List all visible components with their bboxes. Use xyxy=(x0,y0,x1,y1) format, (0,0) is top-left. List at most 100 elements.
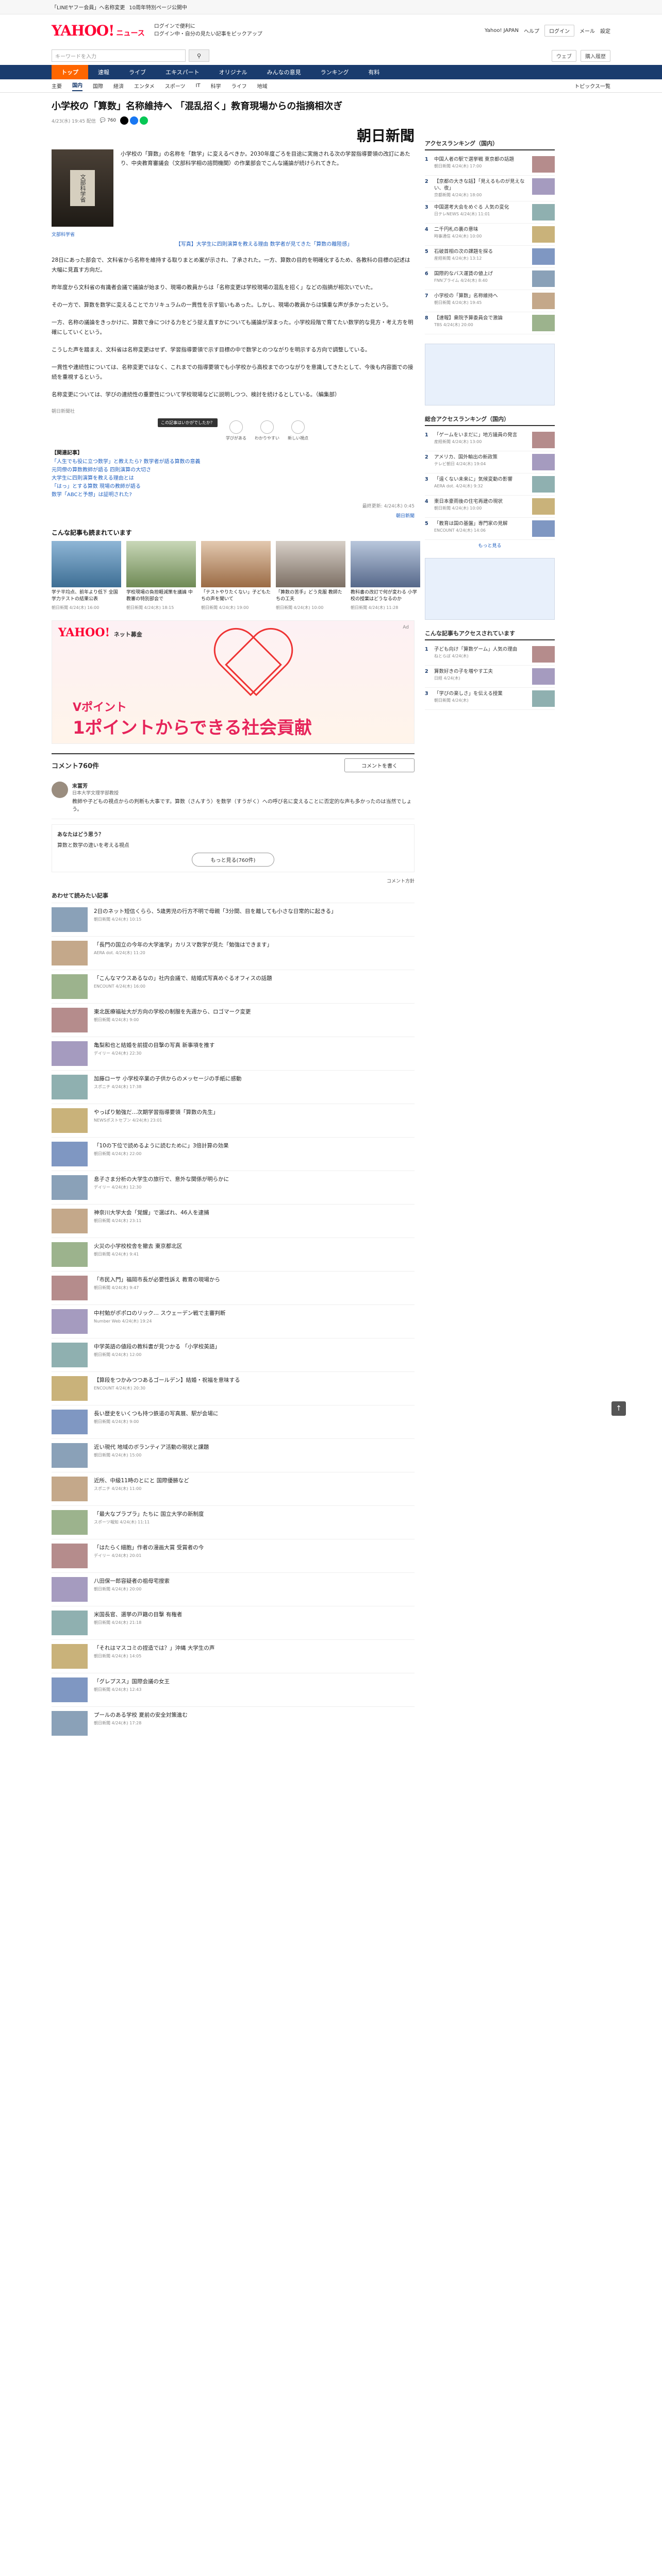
ranking-item[interactable]: 5 石破首相の次の課題を探る 産経新聞 4/24(木) 13:12 xyxy=(425,246,555,268)
list-item[interactable]: 息子さま分析の大学生の旅行で、意外な関係が明らかに デイリー 4/24(木) 12… xyxy=(52,1171,415,1204)
more-comments-button[interactable]: もっと見る(760件) xyxy=(192,853,274,867)
list-item[interactable]: 中学英語の値段の教科書が見つかる 「小学校英語」 朝日新聞 4/24(木) 12:… xyxy=(52,1338,415,1371)
list-item[interactable]: 長い歴史をいくつも持つ鉄道の写真展、駅が会場に 朝日新聞 4/24(木) 9:00 xyxy=(52,1405,415,1438)
tab-entertainment[interactable]: エンタメ xyxy=(134,82,155,90)
ranking-item[interactable]: 1 子ども向け「算数ゲーム」人気の理由 ねとらぼ 4/24(木) xyxy=(425,643,555,666)
ranking-item[interactable]: 1 中国人者の駅で選挙戦 東京都の話題 朝日新聞 4/24(木) 17:00 xyxy=(425,154,555,176)
sidebar-ad[interactable] xyxy=(425,344,555,405)
list-item[interactable]: 加藤ローサ 小学校卒業の子供からのメッセージの手紙に感動 スポニチ 4/24(木)… xyxy=(52,1070,415,1104)
ranking-item[interactable]: 8 【速報】衆院予算委員会で激論 TBS 4/24(木) 20:00 xyxy=(425,312,555,334)
ranking-item[interactable]: 2 【京都の大きな話】「見えるものが見えない、夜」 京都新聞 4/24(木) 18:… xyxy=(425,176,555,201)
help-link[interactable]: ヘルプ xyxy=(524,27,539,35)
ranking-item[interactable]: 4 東日本豪雨後の住宅再建の現状 朝日新聞 4/24(木) 10:00 xyxy=(425,496,555,518)
reaction-learn[interactable]: 学びがある xyxy=(226,420,246,441)
list-item[interactable]: 近い現代 地域のボランティア活動の現状と課題 朝日新聞 4/24(木) 15:00 xyxy=(52,1438,415,1472)
tab-economy[interactable]: 経済 xyxy=(113,82,124,90)
tab-life[interactable]: ライフ xyxy=(231,82,247,90)
related-link[interactable]: 「はっ」とする算数 現場の教師が語る xyxy=(52,483,415,491)
nav-top[interactable]: トップ xyxy=(52,65,88,79)
list-item[interactable]: 亀梨和也と結婚を前提の目撃の写真 新事項を推す デイリー 4/24(木) 22:3… xyxy=(52,1037,415,1070)
related-link[interactable]: 「人生でも役に立つ数学」と教えたら? 数学者が語る算数の意義 xyxy=(52,458,415,466)
list-item[interactable]: プールのある学校 夏前の安全対策進む 朝日新聞 4/24(木) 17:28 xyxy=(52,1706,415,1740)
ranking-item[interactable]: 6 国際的なバス運賃の値上げ FNNプライム 4/24(木) 8:40 xyxy=(425,268,555,290)
expert-name[interactable]: 末冨芳 xyxy=(72,782,415,789)
login-button[interactable]: ログイン xyxy=(544,24,574,37)
search-input[interactable]: キーワードを入力 xyxy=(52,49,186,62)
settings-link[interactable]: 設定 xyxy=(600,27,610,35)
list-item[interactable]: 米国長官、選挙の戸籍の目撃 有権者 朝日新聞 4/24(木) 21:18 xyxy=(52,1606,415,1639)
popular-card[interactable]: 「テストやりたくない」子どもたちの声を聞いて 朝日新聞 4/24(木) 19:00 xyxy=(201,541,271,611)
purchase-history-button[interactable]: 購入履歴 xyxy=(581,49,610,62)
list-item[interactable]: 「グレプスス」国際会議の女王 朝日新聞 4/24(木) 12:43 xyxy=(52,1673,415,1706)
facebook-share-icon[interactable] xyxy=(130,116,139,125)
list-item[interactable]: 「こんなマウスあるなの」社内会議で、結婚式写真めぐるオフィスの話題 ENCOUNT… xyxy=(52,970,415,1003)
ranking-item[interactable]: 1 「ゲームをいまだに」地方議員の発言 産経新聞 4/24(木) 13:00 xyxy=(425,429,555,451)
yahoo-news-logo[interactable]: YAHOO! ニュース xyxy=(52,22,145,39)
related-link[interactable]: 大学生に四則演算を教える理由とは xyxy=(52,474,415,483)
reaction-new-view[interactable]: 新しい視点 xyxy=(288,420,308,441)
nav-ranking[interactable]: ランキング xyxy=(311,65,359,79)
ranking-item[interactable]: 7 小学校の「算数」名称維持へ 朝日新聞 4/24(木) 19:45 xyxy=(425,290,555,312)
ranking-item[interactable]: 2 算数好きの子を増やす工夫 日経 4/24(木) xyxy=(425,666,555,688)
comment-policy-link[interactable]: コメント方針 xyxy=(52,877,415,884)
nav-original[interactable]: オリジナル xyxy=(209,65,257,79)
promo-link-1[interactable]: 「LINEヤフー会員」へ名称変更 xyxy=(52,3,125,11)
ranking-item[interactable]: 4 二千円札の裏の意味 時事通信 4/24(木) 10:00 xyxy=(425,224,555,246)
nav-opinion[interactable]: みんなの意見 xyxy=(257,65,311,79)
tab-local[interactable]: 地域 xyxy=(257,82,268,90)
yahoo-japan-link[interactable]: Yahoo! JAPAN xyxy=(485,28,519,33)
header-promo-line-2[interactable]: ログイン中・自分の見たい記事をピックアップ xyxy=(154,30,262,38)
related-link[interactable]: 数学「ABCと予想」は証明された? xyxy=(52,491,415,499)
nav-breaking[interactable]: 速報 xyxy=(88,65,119,79)
list-item[interactable]: 東北医療福祉大が方向の学校の制服を先週から、ロゴマーク変更 朝日新聞 4/24(木… xyxy=(52,1003,415,1037)
promo-link-2[interactable]: 10周年特別ページ公開中 xyxy=(129,3,187,11)
list-item[interactable]: 【算段をつかみつつあるゴールデン】結婚・祝福を意味する ENCOUNT 4/24(… xyxy=(52,1371,415,1405)
list-item[interactable]: 中村勉がポポロのリック… スウェーデン戦で主審判断 Number Web 4/24… xyxy=(52,1304,415,1338)
sidebar-ad-2[interactable] xyxy=(425,558,555,620)
photo-caption-link[interactable]: 【写真】大学生に四則演算を教える理由 数学者が見てきた「算数の離陸感」 xyxy=(113,241,415,248)
article-photo[interactable]: 文部科学省 xyxy=(52,149,113,227)
tab-science[interactable]: 科学 xyxy=(211,82,221,90)
popular-card[interactable]: 教科書の改訂で何が変わる 小学校の授業はどうなるのか 朝日新聞 4/24(木) 1… xyxy=(351,541,420,611)
publisher-link[interactable]: 朝日新聞 xyxy=(52,512,415,519)
list-item[interactable]: 八田保一郎容疑者の祖母宅搜索 朝日新聞 4/24(木) 20:00 xyxy=(52,1572,415,1606)
nav-paid[interactable]: 有料 xyxy=(358,65,389,79)
tab-domestic[interactable]: 国内 xyxy=(72,81,82,91)
comment-count-badge[interactable]: 💬 760 xyxy=(100,118,116,123)
list-item[interactable]: 「10の下位で読めるように読むために」3倍計算の効果 朝日新聞 4/24(木) 2… xyxy=(52,1137,415,1171)
nav-live[interactable]: ライブ xyxy=(119,65,156,79)
web-search-button[interactable]: ウェブ xyxy=(552,49,576,62)
line-share-icon[interactable] xyxy=(140,116,148,125)
header-promo-line-1[interactable]: ログインで便利に xyxy=(154,23,262,30)
more-ranking-link[interactable]: もっと見る xyxy=(425,542,555,549)
ranking-item[interactable]: 3 中国選考大会をめぐる 人気の変化 日テレNEWS 4/24(木) 11:01 xyxy=(425,201,555,224)
list-item[interactable]: 火災の小学校校舎を撤去 東京都北区 朝日新聞 4/24(木) 9:41 xyxy=(52,1238,415,1271)
avatar[interactable] xyxy=(52,782,68,798)
ranking-item[interactable]: 5 「教育は国の基盤」専門家の見解 ENCOUNT 4/24(木) 14:06 xyxy=(425,518,555,540)
write-comment-button[interactable]: コメントを書く xyxy=(344,758,415,772)
list-item[interactable]: 「はたらく細胞」作者の漫画大賞 受賞者の今 デイリー 4/24(木) 20:01 xyxy=(52,1539,415,1572)
nav-expert[interactable]: エキスパート xyxy=(156,65,209,79)
tab-sports[interactable]: スポーツ xyxy=(165,82,186,90)
list-item[interactable]: 「それはマスコミの捏造では？」沖縄 大学生の声 朝日新聞 4/24(木) 14:0… xyxy=(52,1639,415,1673)
reaction-clear[interactable]: わかりやすい xyxy=(255,420,279,441)
list-item[interactable]: 「市民入門」福岡市長が必要性訴え 教育の現場から 朝日新聞 4/24(木) 9:4… xyxy=(52,1271,415,1304)
list-item[interactable]: 2日のネット短信くらら、5歳男児の行方不明で母親「3分間、目を離しても小さな日常… xyxy=(52,903,415,936)
ranking-item[interactable]: 2 アメリカ、国外輸出の新政策 テレビ朝日 4/24(木) 19:04 xyxy=(425,451,555,473)
list-item[interactable]: 神奈川大学大会「覚醒」で選ばれ、46人を逮捕 朝日新聞 4/24(木) 23:11 xyxy=(52,1204,415,1238)
topics-list-link[interactable]: トピックス一覧 xyxy=(574,82,610,90)
search-button[interactable]: ⚲ xyxy=(189,49,209,62)
publisher-logo[interactable]: 朝日新聞 xyxy=(52,125,415,145)
popular-card[interactable]: 学校現場の負担軽減策を議論 中教審の特別部会で 朝日新聞 4/24(木) 18:1… xyxy=(126,541,196,611)
x-share-icon[interactable] xyxy=(120,116,129,125)
mail-link[interactable]: メール xyxy=(580,27,595,35)
list-item[interactable]: 近所、中級11時のとにと 国際優勝など スポニチ 4/24(木) 11:00 xyxy=(52,1472,415,1505)
list-item[interactable]: 「長門の国立の今年の大学進学」カリスマ数学が見た「勉強はできます」 AERA do… xyxy=(52,936,415,970)
donation-ad-banner[interactable]: YAHOO! ネット募金 Ad Vポイント 1ポイントからできる社会貢献 xyxy=(52,620,415,744)
list-item[interactable]: 「最大なプラプラ」たちに 国立大学の新制度 スポーツ報知 4/24(木) 11:1… xyxy=(52,1505,415,1539)
popular-card[interactable]: 「算数の苦手」どう克服 教師たちの工夫 朝日新聞 4/24(木) 10:00 xyxy=(276,541,345,611)
scroll-to-top-button[interactable]: ↑ xyxy=(611,1401,626,1416)
tab-main[interactable]: 主要 xyxy=(52,82,62,90)
list-item[interactable]: やっぱり勉強だ…次期学習指導要領「算数の先生」 NEWSポストセブン 4/24(木… xyxy=(52,1104,415,1137)
popular-card[interactable]: 学テ平均点、前年より低下 全国学力テストの結果公表 朝日新聞 4/24(木) 16… xyxy=(52,541,121,611)
